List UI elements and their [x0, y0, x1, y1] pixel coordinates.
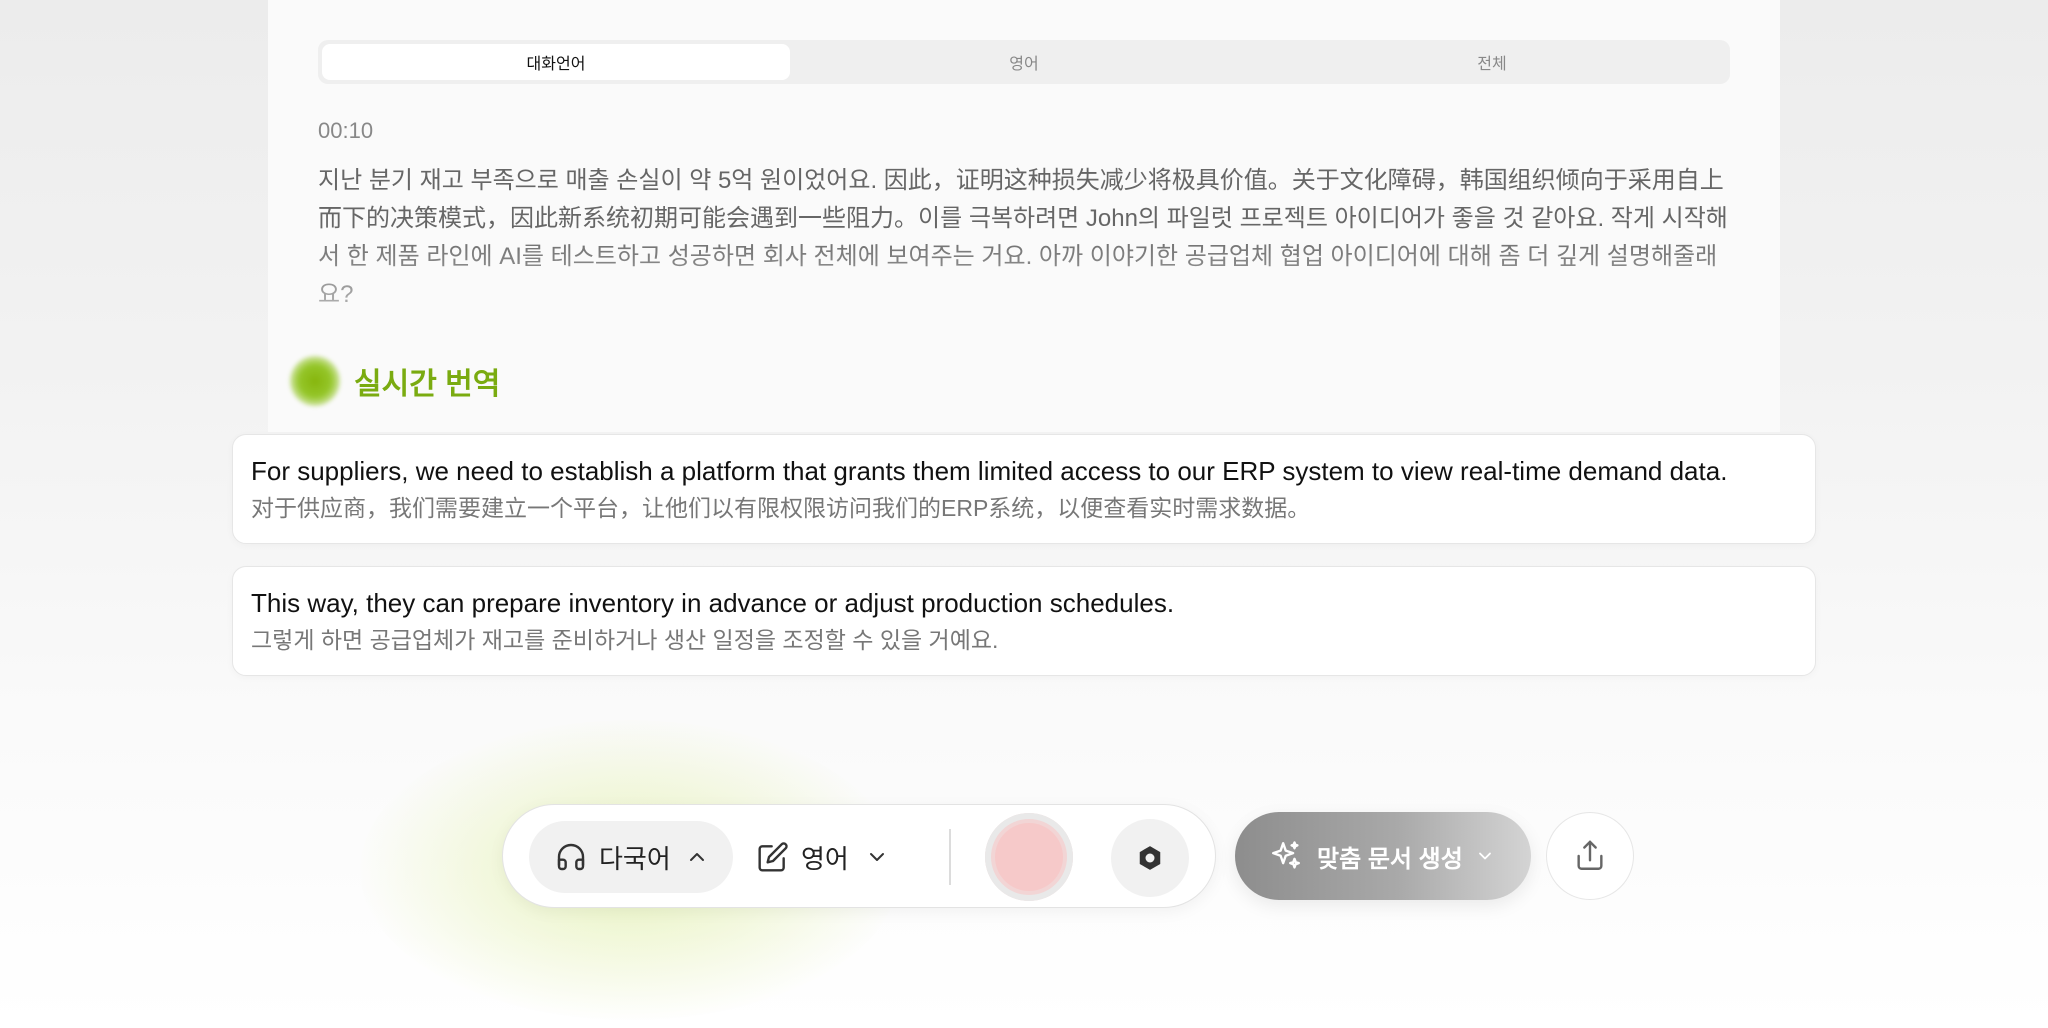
source-language-selector[interactable]: 다국어 — [529, 821, 733, 893]
source-language-label: 다국어 — [599, 843, 671, 874]
translation-target-text: 그렇게 하면 공급업체가 재고를 준비하거나 생산 일정을 조정할 수 있을 거… — [251, 627, 999, 653]
generate-document-label: 맞춤 문서 생성 — [1317, 845, 1463, 873]
translation-target-text: 对于供应商，我们需要建立一个平台，让他们以有限权限访问我们的ERP系统，以便查看… — [251, 495, 1311, 521]
headphones-icon — [555, 841, 587, 873]
transcript-text: 지난 분기 재고 부족으로 매출 손실이 약 5억 원이었어요. 因此，证明这种… — [318, 167, 1728, 308]
translation-source-text: For suppliers, we need to establish a pl… — [251, 456, 1728, 486]
translation-source-text: This way, they can prepare inventory in … — [251, 588, 1175, 618]
share-button[interactable] — [1546, 812, 1634, 900]
hexagon-settings-icon — [1135, 843, 1165, 873]
chevron-down-icon — [865, 845, 889, 869]
settings-button[interactable] — [1111, 819, 1189, 897]
tab-english[interactable]: 영어 — [790, 44, 1258, 80]
tab-conversation-language[interactable]: 대화언어 — [322, 44, 790, 80]
sparkle-icon — [1269, 839, 1303, 873]
transcript-timestamp: 00:10 — [318, 118, 374, 143]
translation-card: For suppliers, we need to establish a pl… — [232, 434, 1816, 544]
realtime-translation-title: 실시간 번역 — [354, 368, 501, 401]
realtime-translation-header: 실시간 번역 — [290, 356, 500, 406]
tab-all[interactable]: 전체 — [1258, 44, 1726, 80]
language-tabs: 대화언어 영어 전체 — [318, 40, 1730, 84]
control-toolbar: 다국어 영어 — [502, 804, 1216, 908]
share-icon — [1573, 839, 1607, 873]
translation-card: This way, they can prepare inventory in … — [232, 566, 1816, 676]
target-language-label: 영어 — [801, 843, 849, 874]
chevron-up-icon — [685, 845, 709, 869]
target-language-selector[interactable]: 영어 — [757, 821, 889, 893]
toolbar-divider — [949, 829, 951, 885]
edit-icon — [757, 841, 789, 873]
live-indicator-icon — [290, 356, 340, 406]
record-icon — [995, 823, 1063, 891]
generate-document-button[interactable]: 맞춤 문서 생성 — [1235, 812, 1531, 900]
record-button[interactable] — [985, 813, 1073, 901]
chevron-down-icon — [1475, 846, 1495, 866]
